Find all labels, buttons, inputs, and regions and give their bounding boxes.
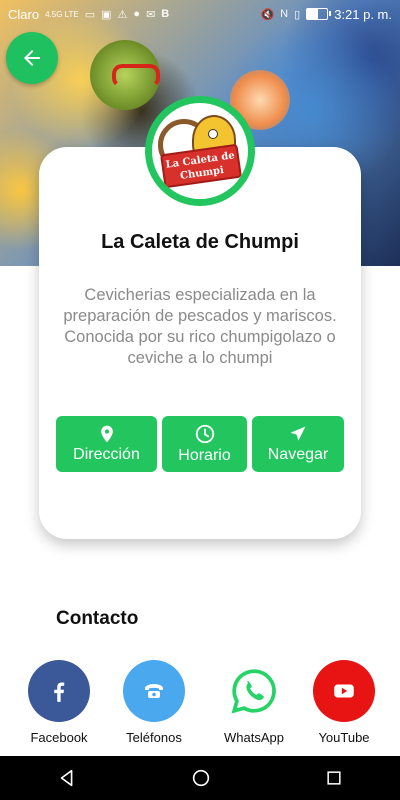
arrow-left-icon (24, 50, 40, 66)
vibrate-icon: ▯ (294, 8, 301, 21)
restaurant-description: Cevicherias especializada en la preparac… (63, 286, 337, 367)
mail-icon: ✉ (146, 8, 156, 21)
whatsapp-button[interactable] (223, 660, 285, 722)
restaurant-name: La Caleta de Chumpi (101, 231, 299, 253)
nfc-icon: N (280, 8, 289, 20)
facebook-label: Facebook (30, 730, 88, 745)
youtube-icon (334, 684, 354, 698)
warning-icon: ⚠ (117, 8, 128, 21)
direccion-label: Dirección (73, 446, 140, 463)
action-buttons: Dirección Horario Navegar (56, 416, 344, 472)
location-pin-icon (100, 425, 113, 443)
contact-facebook[interactable]: Facebook (14, 660, 104, 745)
hero-pepper (112, 64, 160, 88)
recents-square-icon[interactable] (324, 768, 344, 788)
navegar-button[interactable]: Navegar (252, 416, 344, 472)
home-circle-icon[interactable] (190, 767, 212, 789)
battery-icon (306, 8, 332, 20)
horario-button[interactable]: Horario (162, 416, 247, 472)
image-icon: ▣ (101, 8, 112, 21)
navegar-label: Navegar (267, 446, 329, 463)
youtube-label: YouTube (318, 730, 370, 745)
carrier-label: Claro (8, 6, 40, 22)
whatsapp-icon (231, 669, 276, 714)
navigation-arrow-icon (290, 426, 306, 441)
status-bar: Claro 4.5G LTE ▭ ▣ ⚠ ● ✉ B 🔇 N ▯ 3:21 p.… (0, 0, 400, 28)
b-notification-icon: B (161, 8, 170, 20)
clock-icon (195, 424, 214, 444)
contact-section-title: Contacto (56, 608, 139, 629)
network-type-label: 4.5G LTE (45, 9, 79, 19)
contact-whatsapp[interactable]: WhatsApp (209, 660, 299, 745)
youtube-button[interactable] (313, 660, 375, 722)
telefonos-button[interactable] (123, 660, 185, 722)
whatsapp-label: WhatsApp (224, 730, 284, 745)
android-nav-bar (0, 756, 400, 800)
clock-label: 3:21 p. m. (334, 6, 392, 22)
telefonos-label: Teléfonos (126, 730, 182, 745)
restaurant-logo: La Caleta de Chumpi (145, 96, 255, 206)
contact-list: Facebook Teléfonos WhatsApp YouTube (0, 660, 400, 750)
back-button[interactable] (6, 32, 58, 84)
screen-icon: ▭ (84, 8, 96, 21)
contact-telefonos[interactable]: Teléfonos (109, 660, 199, 745)
direccion-button[interactable]: Dirección (56, 416, 157, 472)
contact-youtube[interactable]: YouTube (299, 660, 389, 745)
mute-icon: 🔇 (260, 8, 275, 21)
phone-icon (145, 684, 163, 698)
back-triangle-icon[interactable] (56, 767, 78, 789)
horario-label: Horario (178, 447, 231, 464)
facebook-button[interactable] (28, 660, 90, 722)
facebook-notification-icon: ● (133, 8, 141, 20)
facebook-icon (54, 682, 65, 702)
